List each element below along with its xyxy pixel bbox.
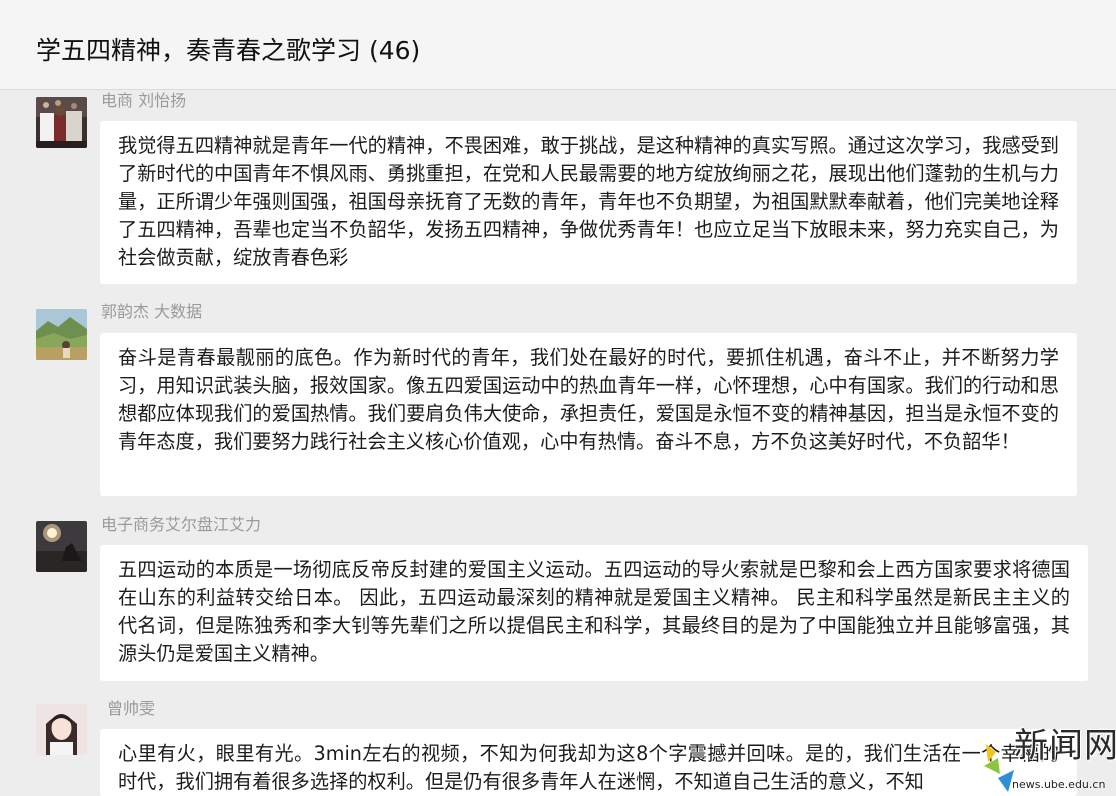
avatar[interactable]	[36, 309, 87, 360]
watermark-url: news.ube.edu.cn	[1012, 778, 1106, 791]
message-bubble: 五四运动的本质是一场彻底反帝反封建的爱国主义运动。五四运动的导火索就是巴黎和会上…	[100, 545, 1088, 681]
sender-name: 郭韵杰 大数据	[101, 302, 203, 321]
avatar[interactable]	[36, 704, 87, 755]
sender-name: 电商 刘怡扬	[101, 91, 187, 110]
avatar[interactable]	[36, 97, 87, 148]
site-watermark: 新闻网 news.ube.edu.cn	[978, 718, 1116, 796]
message-bubble: 心里有火，眼里有光。3min左右的视频，不知为何我却为这8个字震撼并回味。是的，…	[100, 729, 1077, 796]
sender-name: 电子商务艾尔盘江艾力	[101, 515, 262, 534]
sender-name: 曾帅雯	[107, 699, 156, 718]
chat-title: 学五四精神，奏青春之歌学习 (46)	[36, 36, 421, 65]
message-bubble: 奋斗是青春最靓丽的底色。作为新时代的青年，我们处在最好的时代，要抓住机遇，奋斗不…	[100, 333, 1077, 496]
chat-header: 学五四精神，奏青春之歌学习 (46)	[0, 0, 1116, 90]
avatar[interactable]	[36, 521, 87, 572]
message-bubble: 我觉得五四精神就是青年一代的精神，不畏困难，敢于挑战，是这种精神的真实写照。通过…	[100, 121, 1077, 284]
watermark-text: 新闻网	[1014, 726, 1116, 766]
